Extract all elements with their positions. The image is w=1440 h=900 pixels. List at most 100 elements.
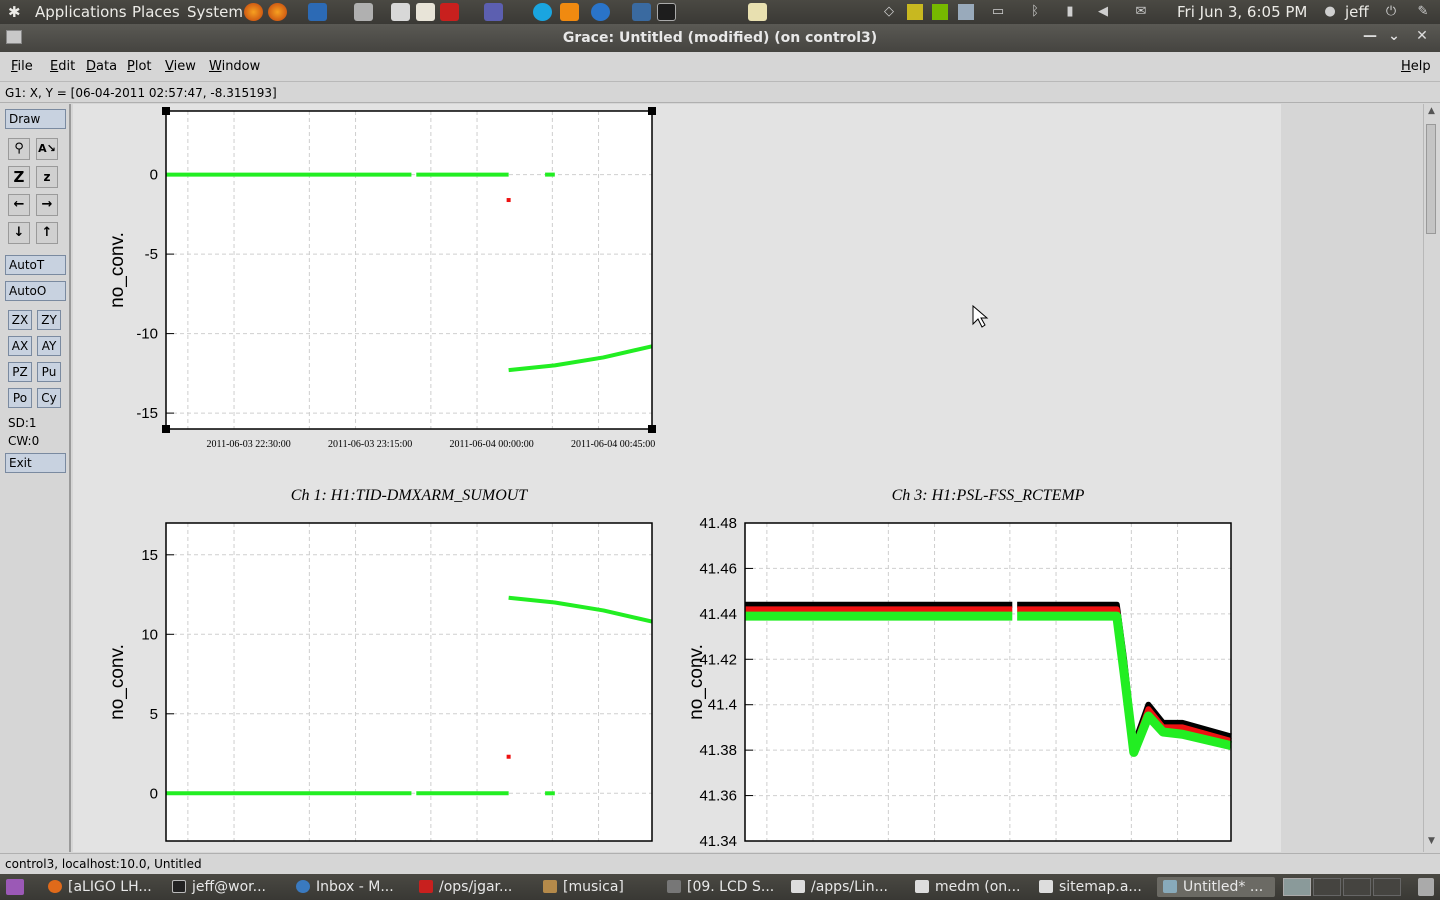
po-button[interactable]: Po bbox=[8, 388, 32, 408]
arrow-up-icon[interactable]: ↑ bbox=[36, 222, 58, 244]
menu-file[interactable]: File bbox=[11, 59, 33, 74]
trash-icon[interactable] bbox=[1418, 878, 1434, 896]
applications-menu[interactable]: Applications bbox=[35, 3, 127, 21]
task-untitled[interactable]: Untitled* ... bbox=[1157, 877, 1275, 897]
selection-handle bbox=[162, 425, 170, 433]
exit-button[interactable]: Exit bbox=[5, 453, 66, 473]
autoo-button[interactable]: AutoO bbox=[5, 281, 66, 301]
zy-button[interactable]: ZY bbox=[37, 310, 61, 330]
db-icon[interactable] bbox=[591, 3, 610, 21]
menu-help[interactable]: Help bbox=[1401, 59, 1431, 74]
workspace-4-icon[interactable] bbox=[1373, 878, 1401, 896]
cy-button[interactable]: Cy bbox=[37, 388, 61, 408]
system-menu[interactable]: System bbox=[187, 3, 243, 21]
mouse-cursor-icon bbox=[972, 304, 989, 328]
task-lcd[interactable]: [09. LCD S... bbox=[667, 877, 777, 897]
menu-view[interactable]: View bbox=[165, 59, 196, 74]
chat-icon[interactable] bbox=[308, 3, 327, 21]
minimize-icon[interactable]: — bbox=[1360, 26, 1380, 46]
maximize-icon[interactable]: ⌄ bbox=[1384, 26, 1404, 46]
scroll-down-icon[interactable]: ▼ bbox=[1425, 836, 1438, 850]
draw-button[interactable]: Draw bbox=[5, 109, 66, 129]
ax-button[interactable]: AX bbox=[8, 336, 32, 356]
window-titlebar[interactable]: Grace: Untitled (modified) (on control3)… bbox=[0, 24, 1440, 52]
zx-button[interactable]: ZX bbox=[8, 310, 32, 330]
menu-data[interactable]: Data bbox=[86, 59, 117, 74]
workspace-2-icon[interactable] bbox=[1313, 878, 1341, 896]
text-icon[interactable]: A↘ bbox=[36, 138, 58, 160]
battery-icon[interactable]: ▮ bbox=[1062, 4, 1078, 20]
arrow-right-icon[interactable]: → bbox=[36, 194, 58, 216]
vlc-icon[interactable] bbox=[560, 3, 579, 21]
document-icon[interactable] bbox=[416, 3, 435, 21]
bluetooth-icon[interactable]: ᛒ bbox=[1027, 4, 1043, 20]
power-icon[interactable]: ⏻ bbox=[1383, 4, 1399, 20]
plot-frame-bg bbox=[745, 523, 1231, 841]
places-menu[interactable]: Places bbox=[132, 3, 180, 21]
arrow-left-icon[interactable]: ← bbox=[8, 194, 30, 216]
pz-button[interactable]: PZ bbox=[8, 362, 32, 382]
virtualbox-icon[interactable]: ◇ bbox=[881, 4, 897, 20]
zoom-out-icon[interactable]: Z bbox=[8, 166, 30, 188]
menu-plot[interactable]: Plot bbox=[127, 59, 152, 74]
menu-window[interactable]: Window bbox=[209, 59, 260, 74]
grace-task-icon bbox=[1163, 880, 1177, 893]
task-apps[interactable]: /apps/Lin... bbox=[791, 877, 901, 897]
display-icon[interactable]: ▭ bbox=[990, 4, 1006, 20]
canvas-area: 0 -5 -10 -15 2011-06-03 22:30:00 2011-06-03 2… bbox=[73, 104, 1423, 852]
terminal-icon[interactable] bbox=[657, 3, 676, 21]
calculator-icon[interactable] bbox=[354, 3, 373, 21]
note-icon[interactable] bbox=[748, 3, 767, 21]
plot-canvas[interactable]: 0 -5 -10 -15 2011-06-03 22:30:00 2011-06-03 2… bbox=[73, 104, 1281, 852]
ubuntu-logo-icon[interactable]: ✱ bbox=[8, 3, 21, 21]
music-task-icon bbox=[667, 880, 681, 893]
remote-desktop-icon[interactable] bbox=[632, 3, 651, 21]
screenshot-icon[interactable] bbox=[484, 3, 503, 21]
vertical-scrollbar[interactable]: ▲ ▼ bbox=[1423, 104, 1438, 852]
skype-icon[interactable] bbox=[533, 3, 552, 21]
task-sitemap[interactable]: sitemap.a... bbox=[1039, 877, 1149, 897]
filezilla-task-icon bbox=[419, 880, 433, 893]
window-icon[interactable] bbox=[958, 4, 974, 20]
scroll-thumb[interactable] bbox=[1426, 124, 1436, 234]
window-task-icon bbox=[791, 880, 805, 893]
show-desktop-icon[interactable] bbox=[6, 879, 24, 895]
clock[interactable]: Fri Jun 3, 6:05 PM bbox=[1177, 3, 1307, 21]
autot-button[interactable]: AutoT bbox=[5, 255, 66, 275]
task-inbox[interactable]: Inbox - M... bbox=[296, 877, 406, 897]
close-icon[interactable]: ✕ bbox=[1412, 26, 1432, 46]
task-musica[interactable]: [musica] bbox=[543, 877, 653, 897]
y-tick-label: 41.38 bbox=[699, 742, 737, 759]
arrow-down-icon[interactable]: ↓ bbox=[8, 222, 30, 244]
firefox-alt-icon[interactable] bbox=[268, 3, 287, 21]
firefox-icon[interactable] bbox=[244, 3, 263, 21]
y-tick-label: 41.48 bbox=[699, 515, 737, 532]
text-editor-icon[interactable] bbox=[391, 3, 410, 21]
monitor-icon[interactable] bbox=[907, 4, 923, 20]
plots-svg[interactable]: 0 -5 -10 -15 2011-06-03 22:30:00 2011-06-03 2… bbox=[73, 104, 1281, 852]
volume-icon[interactable]: ◀ bbox=[1095, 4, 1111, 20]
ay-button[interactable]: AY bbox=[37, 336, 61, 356]
zoom-in-icon[interactable]: z bbox=[36, 166, 58, 188]
chat-status-icon[interactable]: ● bbox=[1322, 4, 1338, 20]
workspace-3-icon[interactable] bbox=[1343, 878, 1371, 896]
top-panel: ✱ Applications Places System ◇ ▭ ᛒ ▮ ◀ ✉… bbox=[0, 0, 1440, 24]
mail-icon[interactable]: ✉ bbox=[1133, 4, 1149, 20]
pu-button[interactable]: Pu bbox=[37, 362, 61, 382]
workspace-1-icon[interactable] bbox=[1283, 878, 1311, 896]
task-medm[interactable]: medm (on... bbox=[915, 877, 1025, 897]
folder-task-icon bbox=[543, 880, 557, 893]
user-menu[interactable]: jeff bbox=[1345, 3, 1369, 21]
task-ops[interactable]: /ops/jgar... bbox=[419, 877, 529, 897]
pin-icon[interactable]: ✎ bbox=[1415, 4, 1431, 20]
x-tick-label: 2011-06-04 00:00:00 bbox=[449, 439, 533, 450]
scroll-up-icon[interactable]: ▲ bbox=[1425, 106, 1438, 120]
menu-edit[interactable]: Edit bbox=[50, 59, 75, 74]
task-terminal[interactable]: jeff@wor... bbox=[172, 877, 282, 897]
zoom-icon[interactable]: ⚲ bbox=[8, 138, 30, 160]
task-aligo[interactable]: [aLIGO LH... bbox=[48, 877, 158, 897]
filezilla-icon[interactable] bbox=[440, 3, 459, 21]
current-world-label: CW:0 bbox=[8, 434, 40, 448]
nvidia-icon[interactable] bbox=[932, 4, 948, 20]
y-tick-label: 0 bbox=[150, 785, 158, 802]
